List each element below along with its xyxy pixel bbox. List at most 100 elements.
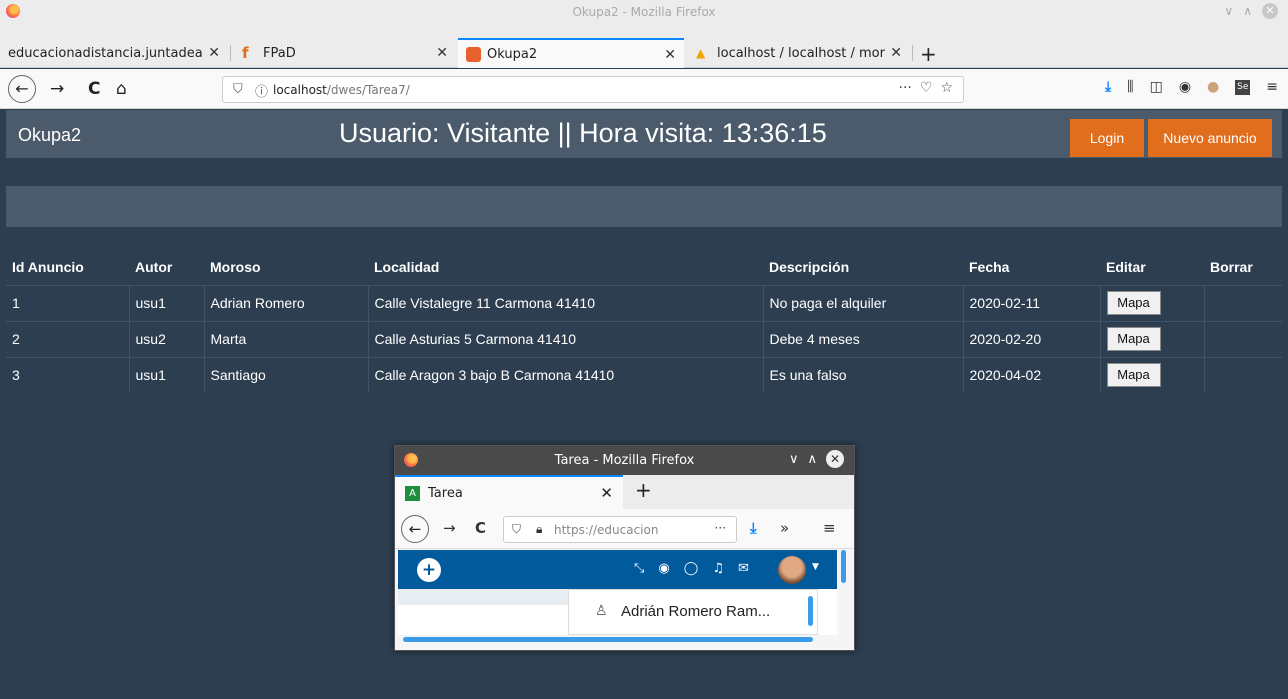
maximize-icon[interactable]: ∧ <box>807 452 817 467</box>
cell-id: 1 <box>6 284 130 321</box>
shield-icon[interactable]: ⛉ <box>233 82 243 97</box>
col-header: Autor <box>129 250 204 286</box>
tab-okupa2[interactable]: Okupa2 ✕ <box>458 38 684 68</box>
user-avatar[interactable] <box>778 556 806 584</box>
user-menu-item[interactable]: ♙ Adrián Romero Ram... <box>568 589 818 635</box>
popup-url-bar[interactable]: ⛉ 🔒︎ https://educacion ··· <box>503 516 737 543</box>
compress-icon[interactable]: ⤡ <box>634 561 644 576</box>
brand-link[interactable]: Okupa2 <box>18 125 81 146</box>
map-button[interactable]: Mapa <box>1106 291 1161 315</box>
vertical-scrollbar[interactable] <box>841 550 846 583</box>
download-icon[interactable]: ⤓ <box>1105 79 1111 95</box>
cell-localidad: Calle Aragon 3 bajo B Carmona 41410 <box>368 356 764 393</box>
cell-descripcion: No paga el alquiler <box>763 284 964 321</box>
cell-autor: usu2 <box>129 320 205 357</box>
cell-moroso: Marta <box>204 320 369 357</box>
close-tab-icon[interactable]: ✕ <box>664 47 676 63</box>
minimize-icon[interactable]: ∨ <box>789 452 799 467</box>
menu-icon[interactable]: ≡ <box>823 519 836 537</box>
cell-editar: Mapa <box>1100 284 1205 321</box>
url-text[interactable]: https://educacion <box>554 523 668 537</box>
close-tab-icon[interactable]: ✕ <box>436 45 448 61</box>
cell-autor: usu1 <box>129 356 205 393</box>
cell-id: 2 <box>6 320 130 357</box>
tab-label: Okupa2 <box>487 46 538 62</box>
envelope-icon[interactable]: ✉ <box>738 561 749 576</box>
home-button[interactable]: ⌂ <box>116 79 127 99</box>
popup-title: Tarea - Mozilla Firefox <box>554 453 695 468</box>
globe-icon[interactable]: ◉ <box>658 561 669 576</box>
fpad-icon: f <box>242 43 249 62</box>
maximize-icon[interactable]: ∧ <box>1243 4 1252 18</box>
chat-icon[interactable]: ◯ <box>684 561 699 576</box>
new-ad-button[interactable]: Nuevo anuncio <box>1148 119 1272 157</box>
close-window-icon[interactable]: ✕ <box>1262 3 1278 19</box>
library-icon[interactable]: ⫼ <box>1127 79 1133 95</box>
info-icon[interactable]: ⓘ <box>255 81 268 100</box>
col-header: Descripción <box>763 250 963 286</box>
cell-moroso: Santiago <box>204 356 369 393</box>
table-row: 3 usu1 Santiago Calle Aragon 3 bajo B Ca… <box>6 356 1282 393</box>
close-tab-icon[interactable]: ✕ <box>208 45 220 61</box>
new-tab-button[interactable]: + <box>920 42 937 66</box>
overflow-icon[interactable]: » <box>780 519 789 537</box>
reload-button[interactable]: C <box>88 79 100 99</box>
user-name: Adrián Romero Ram... <box>621 603 771 620</box>
horizontal-scrollbar[interactable] <box>403 637 813 642</box>
cell-fecha: 2020-04-02 <box>963 356 1101 393</box>
close-tab-icon[interactable]: ✕ <box>600 484 613 502</box>
close-tab-icon[interactable]: ✕ <box>890 45 902 61</box>
url-text[interactable]: localhost/dwes/Tarea7/ <box>273 83 410 97</box>
cell-id: 3 <box>6 356 130 393</box>
menu-scrollbar[interactable] <box>808 596 813 626</box>
forward-button[interactable]: → <box>443 519 456 537</box>
login-button[interactable]: Login <box>1070 119 1144 157</box>
back-button[interactable]: ← <box>401 515 429 543</box>
page-actions-icon[interactable]: ··· <box>899 80 912 96</box>
chevron-down-icon[interactable]: ▼ <box>812 562 819 572</box>
tab-phpmyadmin[interactable]: ▲ localhost / localhost / mor ✕ <box>688 38 910 68</box>
new-tab-button[interactable]: + <box>635 478 652 502</box>
selenium-icon[interactable]: Se <box>1235 79 1251 95</box>
lock-icon: 🔒︎ <box>536 522 543 536</box>
cell-fecha: 2020-02-11 <box>963 284 1101 321</box>
shield-icon[interactable]: ⛉ <box>512 522 521 537</box>
page-actions-icon[interactable]: ··· <box>715 521 726 535</box>
minimize-icon[interactable]: ∨ <box>1224 4 1233 18</box>
download-icon[interactable]: ⤓ <box>750 519 757 537</box>
window-titlebar: Okupa2 - Mozilla Firefox ∨ ∧ ✕ <box>0 0 1288 40</box>
andalucia-logo-icon: A <box>405 486 420 501</box>
sidebar-icon[interactable]: ◫ <box>1150 79 1163 95</box>
tab-educacionadistancia[interactable]: educacionadistancia.juntadea ✕ <box>0 38 228 68</box>
close-window-icon[interactable]: ✕ <box>826 450 844 468</box>
pocket-icon[interactable]: ♡ <box>920 80 933 96</box>
tab-label: Tarea <box>428 486 463 501</box>
extension-icon[interactable]: ● <box>1207 79 1219 95</box>
cell-borrar <box>1204 356 1282 393</box>
xampp-icon <box>466 46 481 62</box>
bookmark-star-icon[interactable]: ☆ <box>940 80 953 96</box>
cell-descripcion: Debe 4 meses <box>763 320 964 357</box>
reload-button[interactable]: C <box>475 519 486 537</box>
tab-fpad[interactable]: f FPaD ✕ <box>234 38 456 68</box>
menu-icon[interactable]: ≡ <box>1266 79 1278 95</box>
cell-localidad: Calle Asturias 5 Carmona 41410 <box>368 320 764 357</box>
forward-button[interactable]: → <box>50 79 64 99</box>
popup-tab-strip: A Tarea ✕ + <box>395 475 854 509</box>
back-button[interactable]: ← <box>8 75 36 103</box>
cell-autor: usu1 <box>129 284 205 321</box>
account-icon[interactable]: ◉ <box>1179 79 1191 95</box>
tab-tarea[interactable]: A Tarea ✕ <box>395 475 623 509</box>
url-bar[interactable]: ⛉ ⓘ localhost/dwes/Tarea7/ ··· ♡ ☆ <box>222 76 964 103</box>
map-button[interactable]: Mapa <box>1106 327 1161 351</box>
bell-icon[interactable]: ♫ <box>712 561 724 576</box>
table-row: 1 usu1 Adrian Romero Calle Vistalegre 11… <box>6 284 1282 321</box>
url-path: /dwes/Tarea7/ <box>326 83 410 97</box>
table-row: 2 usu2 Marta Calle Asturias 5 Carmona 41… <box>6 320 1282 357</box>
map-button[interactable]: Mapa <box>1106 363 1161 388</box>
user-icon: ♙ <box>595 602 608 618</box>
add-block-icon[interactable]: + <box>417 558 441 582</box>
navigation-toolbar: ← → C ⌂ ⛉ ⓘ localhost/dwes/Tarea7/ ··· ♡… <box>0 69 1288 109</box>
cell-borrar <box>1204 320 1282 357</box>
header-band <box>6 186 1282 227</box>
